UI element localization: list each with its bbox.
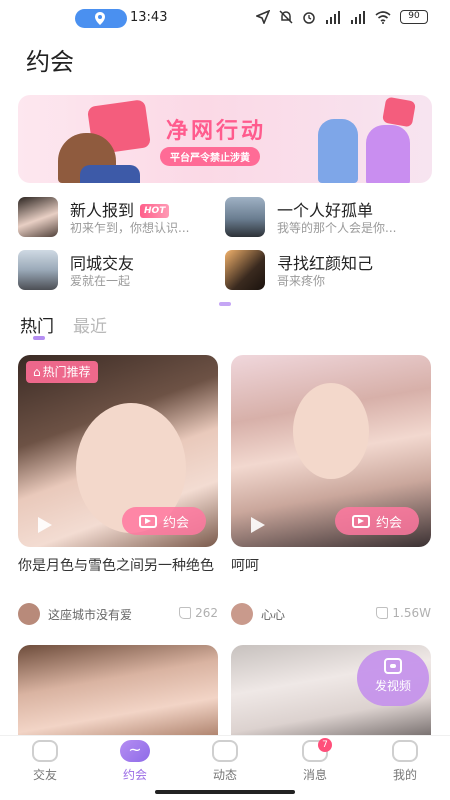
banner-title: 净网行动 — [166, 119, 267, 144]
signal-icon — [351, 10, 365, 24]
status-icons: 90 — [256, 10, 428, 24]
category-title: 同城交友 — [70, 254, 135, 273]
card-meta: 这座城市没有爱 262 — [18, 603, 218, 625]
date-icon — [120, 740, 150, 762]
play-icon[interactable] — [38, 517, 52, 533]
home-indicator — [155, 790, 295, 794]
hot-badge: HOT — [140, 204, 170, 218]
photo-subject — [293, 383, 369, 479]
username[interactable]: 心心 — [261, 606, 285, 623]
feed-card-partial[interactable] — [18, 645, 218, 735]
location-icon — [95, 12, 105, 25]
person-illustration — [366, 125, 410, 183]
wifi-icon — [375, 10, 391, 24]
thumbs-up-icon — [179, 607, 192, 619]
category-subtitle: 哥来疼你 — [277, 274, 326, 288]
moments-icon — [212, 740, 238, 762]
video-icon — [384, 658, 402, 674]
battery-icon: 90 — [400, 10, 428, 24]
category-title: 新人报到 HOT — [70, 197, 170, 221]
tab-indicator — [33, 336, 45, 340]
category-newcomer[interactable]: 新人报到 HOT 初来乍到，你想认识... — [18, 197, 214, 237]
category-local-friends[interactable]: 同城交友 爱就在一起 — [18, 250, 214, 290]
person-illustration — [318, 119, 358, 183]
date-button[interactable]: 约会 — [122, 507, 206, 535]
tab-hot[interactable]: 热门 — [20, 312, 54, 337]
date-button[interactable]: 约会 — [335, 507, 419, 535]
category-thumbnail — [18, 197, 58, 237]
username[interactable]: 这座城市没有爱 — [48, 606, 132, 623]
home-icon — [32, 740, 58, 762]
status-time: 13:43 — [130, 10, 168, 25]
category-thumbnail — [225, 250, 265, 290]
card-description: 呵呵 — [231, 558, 259, 574]
category-subtitle: 我等的那个人会是你... — [277, 221, 397, 235]
category-thumbnail — [18, 250, 58, 290]
page-indicator — [219, 302, 231, 306]
avatar[interactable] — [231, 603, 253, 625]
category-lonely[interactable]: 一个人好孤单 我等的那个人会是你... — [225, 197, 421, 237]
send-icon — [256, 10, 270, 24]
nav-item-messages[interactable]: 7 消息 — [285, 738, 345, 783]
like-button[interactable]: 262 — [179, 606, 218, 620]
category-subtitle: 初来乍到，你想认识... — [70, 221, 190, 235]
page-title: 约会 — [26, 48, 74, 76]
thumbs-up-icon — [376, 607, 389, 619]
status-bar: 13:43 90 — [0, 0, 450, 36]
category-subtitle: 爱就在一起 — [70, 274, 131, 288]
category-title: 寻找红颜知己 — [277, 254, 374, 273]
like-count: 1.56W — [392, 606, 431, 620]
signal-icon — [326, 10, 340, 24]
unread-badge: 7 — [318, 738, 332, 752]
category-title: 一个人好孤单 — [277, 201, 374, 220]
banner-subtitle: 平台严令禁止涉黄 — [160, 147, 260, 166]
nav-item-moments[interactable]: 动态 — [195, 740, 255, 783]
person-illustration — [80, 165, 140, 183]
feed-card[interactable]: 约会 呵呵 心心 1.56W — [231, 355, 431, 625]
alarm-icon — [303, 12, 315, 24]
location-pill[interactable] — [75, 9, 127, 28]
phone-illustration — [381, 96, 417, 128]
nav-item-friends[interactable]: 交友 — [15, 740, 75, 783]
video-camera-icon — [351, 514, 370, 528]
feed-card[interactable]: ⌂ 热门推荐 约会 你是月色与雪色之间另一种绝色 这座城市没有爱 262 — [18, 355, 218, 625]
play-icon[interactable] — [251, 517, 265, 533]
video-thumbnail[interactable]: 约会 — [231, 355, 431, 547]
hot-recommend-tag: ⌂ 热门推荐 — [26, 361, 98, 383]
nav-item-dating[interactable]: 约会 — [105, 740, 165, 783]
post-video-button[interactable]: 发视频 — [357, 650, 429, 706]
promo-banner[interactable]: 净网行动 平台严令禁止涉黄 — [18, 95, 432, 183]
video-camera-icon — [138, 514, 157, 528]
home-icon: ⌂ — [33, 365, 41, 379]
card-description: 你是月色与雪色之间另一种绝色 — [18, 558, 214, 574]
card-meta: 心心 1.56W — [231, 603, 431, 625]
category-soulmate[interactable]: 寻找红颜知己 哥来疼你 — [225, 250, 421, 290]
video-thumbnail[interactable]: ⌂ 热门推荐 约会 — [18, 355, 218, 547]
tab-recent[interactable]: 最近 — [73, 312, 107, 337]
message-icon: 7 — [302, 738, 332, 762]
like-button[interactable]: 1.56W — [376, 606, 431, 620]
category-thumbnail — [225, 197, 265, 237]
bell-off-icon — [279, 10, 293, 24]
avatar[interactable] — [18, 603, 40, 625]
nav-item-me[interactable]: 我的 — [375, 740, 435, 783]
profile-icon — [392, 740, 418, 762]
like-count: 262 — [195, 606, 218, 620]
